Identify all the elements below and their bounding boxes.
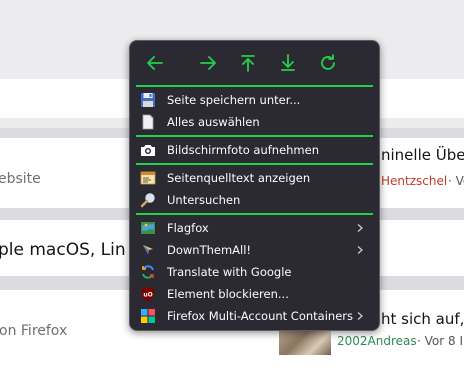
translate-icon — [140, 264, 156, 280]
inspect-icon — [140, 192, 156, 208]
menu-item-screenshot[interactable]: Bildschirmfoto aufnehmen — [130, 139, 379, 161]
containers-icon — [140, 308, 156, 324]
comment-fragment: ht sich auf, — [381, 310, 464, 328]
flag-icon — [140, 220, 156, 236]
menu-item-label: Bildschirmfoto aufnehmen — [167, 143, 319, 157]
menu-item-containers[interactable]: Firefox Multi-Account Containers — [130, 305, 379, 327]
ublock-icon: uO — [140, 286, 156, 302]
user-link[interactable]: 2002Andreas — [337, 334, 417, 348]
headline-fragment[interactable]: ple macOS, Lin — [0, 240, 126, 260]
menu-item-save-page[interactable]: Seite speichern unter... — [130, 89, 379, 111]
context-menu: Seite speichern unter... Alles auswählen… — [129, 40, 380, 331]
reload-button[interactable] — [316, 51, 340, 75]
forward-button[interactable] — [196, 51, 220, 75]
camera-icon — [140, 142, 156, 158]
user-suffix: · Vor 8 I — [417, 334, 463, 348]
menu-item-downthemall[interactable]: DownThemAll! — [130, 239, 379, 261]
document-icon — [140, 114, 156, 130]
author-link[interactable]: Hentzschel — [381, 174, 447, 188]
avatar[interactable] — [279, 329, 331, 355]
reload-icon — [321, 54, 335, 70]
menu-item-flagfox[interactable]: Flagfox — [130, 217, 379, 239]
menu-item-label: Flagfox — [167, 221, 209, 235]
save-icon — [140, 92, 156, 108]
forward-icon — [200, 56, 216, 70]
navigation-bar — [130, 41, 379, 86]
menu-item-translate[interactable]: Translate with Google — [130, 261, 379, 283]
menu-item-block-element[interactable]: uO Element blockieren... — [130, 283, 379, 305]
menu-item-label: Untersuchen — [167, 193, 241, 207]
author-suffix: · Vo — [448, 174, 464, 188]
chevron-right-icon — [357, 312, 363, 320]
scroll-bottom-icon — [281, 54, 295, 71]
source-icon — [140, 170, 156, 186]
menu-separator — [136, 163, 373, 165]
menu-item-label: DownThemAll! — [167, 243, 252, 257]
menu-item-view-source[interactable]: Seitenquelltext anzeigen — [130, 167, 379, 189]
menu-item-label: Element blockieren... — [167, 287, 289, 301]
svg-text:uO: uO — [143, 292, 152, 299]
scroll-top-button[interactable] — [236, 51, 260, 75]
headline-fragment-right[interactable]: ninelle Über — [381, 146, 464, 164]
chevron-right-icon — [357, 246, 363, 254]
scroll-bottom-button[interactable] — [276, 51, 300, 75]
menu-separator — [136, 85, 373, 87]
download-icon — [140, 242, 156, 258]
chevron-right-icon — [357, 224, 363, 232]
menu-item-label: Alles auswählen — [167, 115, 260, 129]
menu-item-select-all[interactable]: Alles auswählen — [130, 111, 379, 133]
menu-item-label: Seitenquelltext anzeigen — [167, 171, 311, 185]
menu-item-label: Seite speichern unter... — [167, 93, 301, 107]
menu-separator — [136, 135, 373, 137]
menu-separator — [136, 213, 373, 215]
menu-item-label: Translate with Google — [167, 265, 292, 279]
website-fragment: ebsite — [0, 171, 41, 187]
menu-item-inspect[interactable]: Untersuchen — [130, 189, 379, 211]
menu-item-label: Firefox Multi-Account Containers — [167, 309, 353, 323]
scroll-top-icon — [241, 55, 255, 72]
back-icon — [147, 56, 163, 70]
back-button[interactable] — [143, 51, 167, 75]
firefox-fragment: on Firefox — [0, 323, 68, 339]
